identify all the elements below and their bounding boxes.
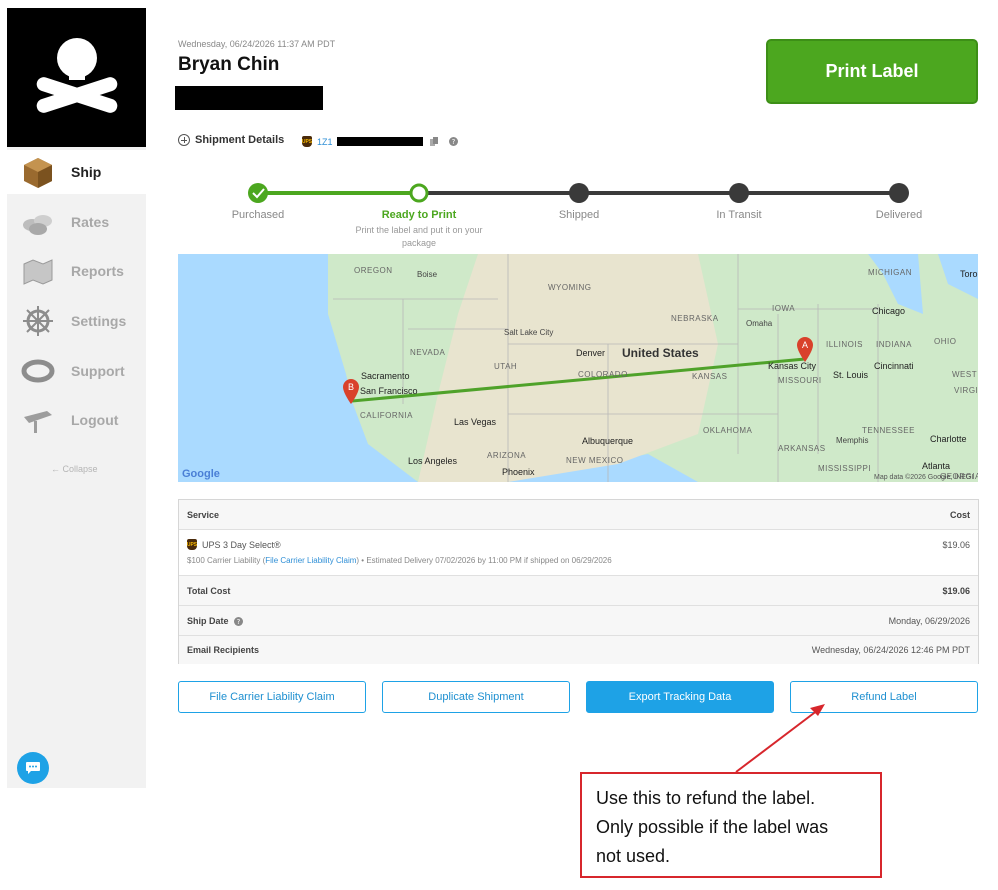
callout-line: not used. bbox=[596, 846, 671, 866]
callout-line: Only possible if the label was bbox=[596, 817, 829, 837]
annotation-callout: Use this to refund the label. Only possi… bbox=[580, 772, 882, 878]
callout-line: Use this to refund the label. bbox=[596, 788, 816, 808]
annotation-arrow bbox=[735, 704, 825, 773]
